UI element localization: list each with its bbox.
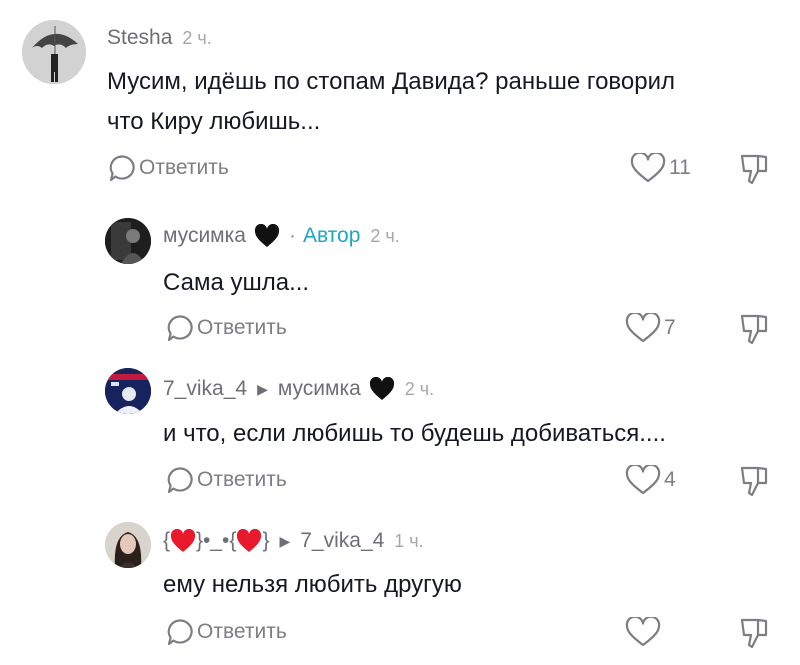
like-count: 4 (664, 468, 676, 491)
thumbs-down-icon (740, 466, 768, 497)
like-button[interactable]: 11 (630, 153, 691, 183)
reply-to-username[interactable]: 7_vika_4 (300, 529, 384, 553)
dislike-button[interactable] (738, 153, 770, 185)
author-badge: Автор (302, 224, 361, 247)
username[interactable]: мусимка (163, 224, 246, 248)
reply-button[interactable]: Ответить (165, 313, 287, 343)
dislike-button[interactable] (738, 313, 770, 345)
thumbs-down-icon (740, 154, 768, 185)
dislike-button[interactable] (738, 617, 770, 649)
avatar[interactable] (105, 368, 151, 414)
black-heart-icon (369, 377, 395, 401)
like-count: 7 (664, 316, 676, 339)
timestamp: 2 ч. (182, 27, 212, 48)
reply-arrow-icon: ▶ (279, 532, 291, 549)
comment-text: Сама ушла... (163, 269, 310, 296)
like-count: 11 (669, 156, 691, 179)
avatar[interactable] (105, 218, 151, 264)
black-heart-icon (254, 224, 280, 248)
username[interactable]: 7_vika_4 (163, 377, 247, 401)
speech-bubble-icon (167, 619, 193, 646)
separator-dot: · (288, 224, 296, 247)
like-button[interactable] (625, 617, 661, 647)
heart-outline-icon (630, 153, 666, 183)
timestamp: 2 ч. (370, 225, 400, 246)
speech-bubble-icon (167, 467, 193, 494)
comment-text: Мусим, идёшь по стопам Давида? раньше го… (107, 68, 676, 135)
reply-arrow-icon: ▶ (257, 380, 268, 397)
avatar[interactable] (22, 20, 86, 84)
heart-outline-icon (625, 465, 661, 495)
avatar[interactable] (105, 522, 151, 568)
thumbs-down-icon (740, 314, 768, 345)
comment-text: ему нельзя любить другую (163, 571, 462, 598)
dark-portrait-avatar-icon (105, 218, 151, 264)
portrait-avatar-icon (105, 522, 151, 568)
heart-outline-icon (625, 617, 661, 647)
reply-to-username[interactable]: мусимка (278, 377, 361, 401)
heart-outline-icon (625, 313, 661, 343)
red-heart-icon (171, 529, 196, 552)
comment-text: и что, если любишь то будешь добиваться.… (163, 420, 666, 447)
speech-bubble-icon (109, 155, 135, 182)
red-heart-icon (237, 529, 262, 552)
dislike-button[interactable] (738, 465, 770, 497)
like-button[interactable]: 7 (625, 313, 676, 343)
like-button[interactable]: 4 (625, 465, 676, 495)
reply-button[interactable]: Ответить (107, 153, 229, 183)
timestamp: 2 ч. (404, 378, 435, 399)
umbrella-figure-avatar-icon (22, 20, 86, 84)
reply-button[interactable]: Ответить (165, 617, 287, 647)
username[interactable]: Stesha (107, 26, 172, 50)
thumbs-down-icon (740, 618, 768, 649)
username[interactable]: { }•_•{ } (163, 529, 269, 553)
timestamp: 1 ч. (394, 530, 424, 551)
reply-button[interactable]: Ответить (165, 465, 287, 495)
speech-bubble-icon (167, 315, 193, 342)
neon-portrait-avatar-icon (105, 368, 151, 414)
